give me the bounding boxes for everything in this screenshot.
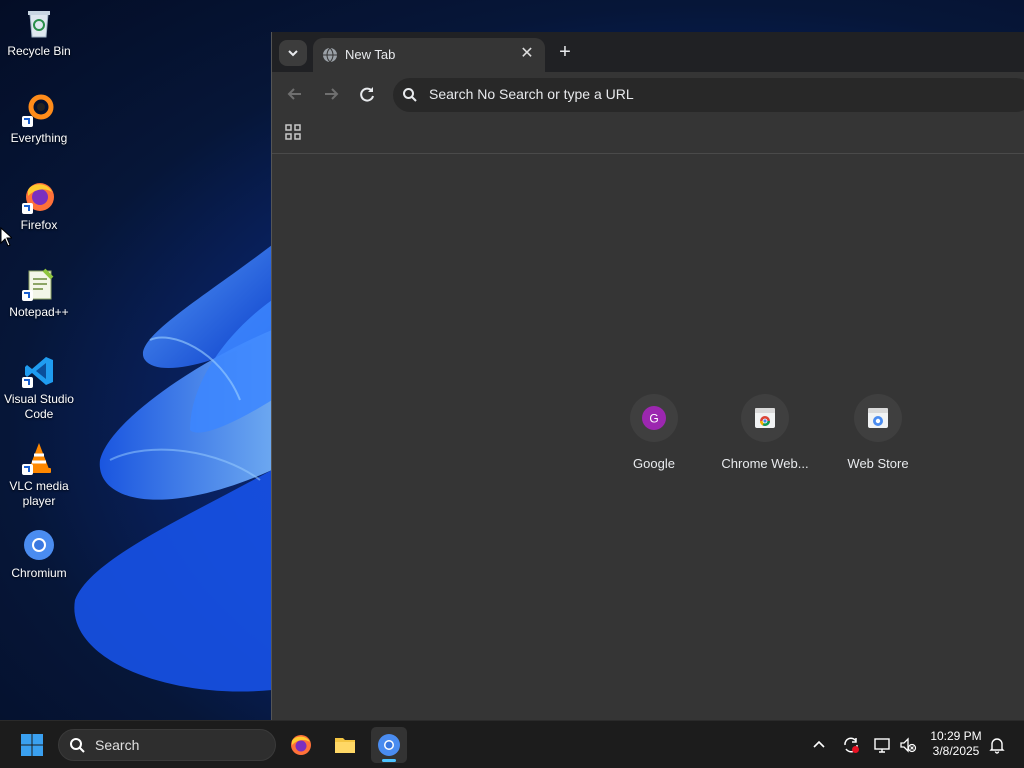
tab-strip: New Tab ✕ + [272, 32, 1024, 72]
chevron-down-icon [288, 50, 298, 57]
desktop-icon-label: Notepad++ [9, 305, 69, 319]
notepad-plus-plus-icon [22, 267, 56, 301]
new-tab-page: G Google Chrome Web... Web Store [272, 154, 1024, 720]
shortcut-arrow-icon [22, 377, 33, 388]
notification-bell-icon[interactable] [988, 736, 1006, 754]
shortcut-tile-circle [741, 394, 789, 442]
everything-icon [22, 93, 56, 127]
shortcut-tile-circle [854, 394, 902, 442]
shortcut-arrow-icon [22, 116, 33, 127]
forward-arrow-icon[interactable] [320, 83, 342, 105]
taskbar: Search 10:29 PM 3/8/2025 [0, 720, 1024, 768]
taskbar-search-label: Search [95, 737, 140, 753]
volume-muted-icon[interactable] [899, 736, 917, 754]
desktop-icon-notepad-plus-plus[interactable]: Notepad++ [2, 267, 76, 320]
system-clock[interactable]: 10:29 PM 3/8/2025 [924, 729, 988, 759]
desktop-icon-label: Chromium [11, 566, 67, 580]
desktop-icon-label: VLC media player [9, 479, 69, 508]
chromium-icon [378, 734, 400, 756]
vscode-icon [22, 354, 56, 388]
desktop-icon-chromium[interactable]: Chromium [2, 528, 76, 581]
google-favicon-icon: G [642, 406, 666, 430]
desktop-icon-label: Visual Studio Code [4, 392, 74, 421]
apps-grid-icon[interactable] [285, 124, 301, 140]
firefox-icon [22, 180, 56, 214]
desktop-icon-label: Firefox [20, 218, 58, 232]
mouse-cursor-icon [0, 227, 12, 247]
taskbar-search-box[interactable]: Search [58, 729, 276, 761]
recycle-bin-icon [22, 6, 56, 40]
search-icon [403, 88, 417, 102]
tab-title: New Tab [345, 47, 396, 62]
vlc-icon [22, 441, 56, 475]
desktop-icon-label: Recycle Bin [7, 44, 71, 58]
shortcut-tile-google[interactable]: G Google [599, 394, 709, 471]
network-icon[interactable] [873, 736, 891, 754]
sync-icon[interactable] [842, 736, 860, 754]
desktop-icon-vscode[interactable]: Visual Studio Code [2, 354, 76, 422]
taskbar-app-file-explorer[interactable] [327, 727, 363, 763]
shortcut-tile-label: Chrome Web... [721, 456, 809, 471]
shortcut-tile-circle: G [630, 394, 678, 442]
search-icon [70, 738, 85, 753]
desktop-icon-vlc[interactable]: VLC media player [2, 441, 76, 509]
shortcut-tile-web-store[interactable]: Web Store [823, 394, 933, 471]
address-bar-text: Search No Search or type a URL [429, 86, 634, 102]
desktop-icon-label: Everything [10, 131, 68, 145]
shortcut-tile-chrome-web-store[interactable]: Chrome Web... [710, 394, 820, 471]
desktop-icon-firefox[interactable]: Firefox [2, 180, 76, 233]
taskbar-app-chromium[interactable] [371, 727, 407, 763]
clock-date: 3/8/2025 [932, 744, 980, 758]
active-app-indicator [382, 759, 396, 762]
shortcut-arrow-icon [22, 290, 33, 301]
back-arrow-icon[interactable] [284, 83, 306, 105]
folder-icon [335, 738, 355, 753]
firefox-icon [291, 735, 311, 755]
chevron-up-icon[interactable] [810, 736, 828, 754]
new-tab-button[interactable]: + [554, 41, 576, 63]
tab-search-button[interactable] [279, 40, 307, 66]
tab-close-button[interactable]: ✕ [519, 46, 535, 62]
browser-window: New Tab ✕ + Search No Search or type a U… [271, 32, 1024, 720]
shortcut-arrow-icon [22, 464, 33, 475]
reload-icon[interactable] [356, 83, 378, 105]
web-store-icon [868, 408, 888, 428]
bookmarks-bar [272, 116, 1024, 154]
globe-icon [323, 47, 337, 63]
shortcut-tile-label: Web Store [847, 456, 909, 471]
shortcut-arrow-icon [22, 203, 33, 214]
tab-new-tab[interactable]: New Tab ✕ [313, 38, 545, 72]
address-bar[interactable]: Search No Search or type a URL [393, 78, 1024, 112]
taskbar-app-firefox[interactable] [283, 727, 319, 763]
google-favicon-letter: G [649, 412, 658, 426]
clock-time: 10:29 PM [930, 729, 982, 743]
chromium-icon [22, 528, 56, 562]
desktop-icon-everything[interactable]: Everything [2, 93, 76, 146]
web-store-icon [755, 408, 775, 428]
windows-start-icon[interactable] [20, 733, 44, 757]
desktop-icon-recycle-bin[interactable]: Recycle Bin [2, 6, 76, 59]
browser-toolbar: Search No Search or type a URL [272, 72, 1024, 116]
shortcut-tile-label: Google [633, 456, 675, 471]
